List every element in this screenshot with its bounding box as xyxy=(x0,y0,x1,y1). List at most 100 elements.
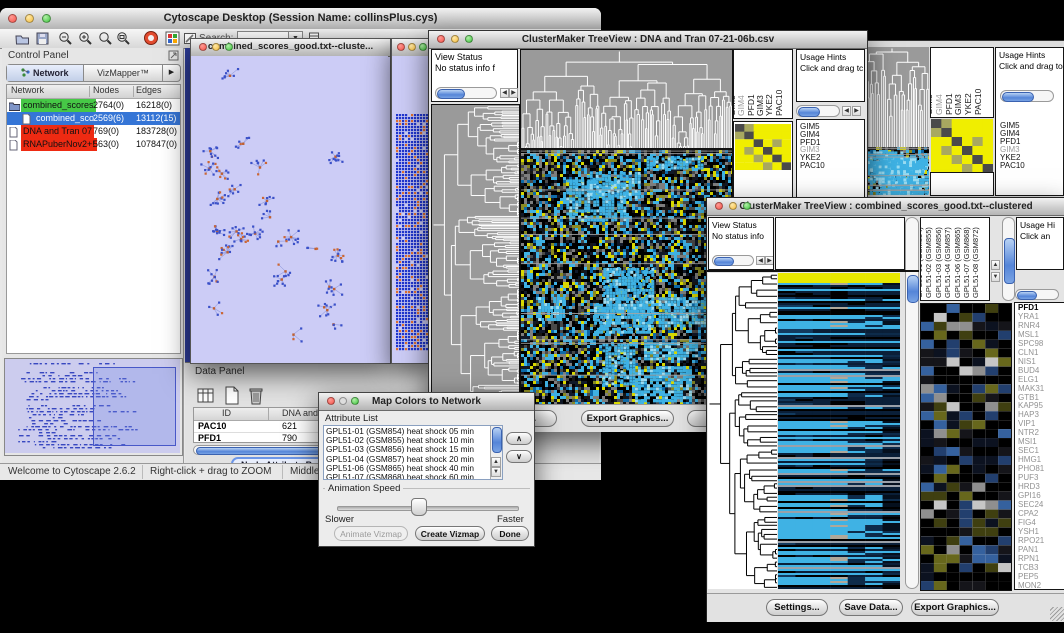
close-button[interactable] xyxy=(397,43,405,51)
gene-label[interactable]: PAC10 xyxy=(800,162,825,170)
settings-button[interactable]: Settings... xyxy=(766,599,828,616)
gene-label[interactable]: PAN1 xyxy=(1018,546,1044,555)
table-icon[interactable] xyxy=(197,387,215,405)
zoom-hscrollbar[interactable] xyxy=(1000,90,1054,102)
close-button[interactable] xyxy=(327,397,335,405)
zoom-out-icon[interactable] xyxy=(58,31,73,46)
speed-slider-thumb[interactable] xyxy=(411,498,427,516)
gene-label[interactable]: GTB1 xyxy=(1018,394,1044,403)
similarity-heatmap[interactable] xyxy=(735,124,791,170)
main-title-bar[interactable]: Cytoscape Desktop (Session Name: collins… xyxy=(0,8,601,30)
scroll-left-icon[interactable]: ◀ xyxy=(500,88,509,98)
gene-label[interactable]: CPA2 xyxy=(1018,510,1044,519)
network-view-title-bar[interactable]: combined_scores_good.txt--cluste... xyxy=(191,39,390,57)
gene-label[interactable]: MAK31 xyxy=(1018,385,1044,394)
resize-grip[interactable] xyxy=(1050,607,1064,621)
minimize-button[interactable] xyxy=(729,202,737,210)
tab-network[interactable]: Network xyxy=(7,65,84,81)
scroll-right-icon[interactable]: ▶ xyxy=(765,256,774,265)
row-dendrogram[interactable] xyxy=(708,273,777,589)
network-canvas-2[interactable] xyxy=(392,56,431,362)
gene-label[interactable]: YRA1 xyxy=(1018,313,1044,322)
network-list-item[interactable]: RNAPuberNov2+!563(0)107847(0) xyxy=(7,138,180,151)
close-button[interactable] xyxy=(8,14,17,23)
gene-label[interactable]: SEC1 xyxy=(1018,447,1044,456)
speed-slider-track[interactable] xyxy=(337,506,519,511)
vizmapper-icon[interactable] xyxy=(165,31,180,46)
gene-label[interactable]: PFD1 xyxy=(1018,304,1044,313)
minimize-button[interactable] xyxy=(25,14,34,23)
gene-label[interactable]: PUF3 xyxy=(1018,474,1044,483)
network-overview-panel[interactable] xyxy=(4,358,183,456)
float-panel-icon[interactable] xyxy=(168,50,179,61)
gene-label[interactable]: YKE2 xyxy=(800,154,825,162)
gene-label[interactable]: PFD1 xyxy=(1000,138,1025,146)
close-button[interactable] xyxy=(715,202,723,210)
create-vizmap-button[interactable]: Create Vizmap xyxy=(415,526,485,541)
open-file-icon[interactable] xyxy=(15,31,30,46)
labels-vscrollbar[interactable] xyxy=(1002,217,1015,301)
gene-label[interactable]: MSL1 xyxy=(1018,331,1044,340)
attribute-list-item[interactable]: GPL51-07 (GSM868) heat shock 60 min xyxy=(326,473,474,480)
zoom-button[interactable] xyxy=(419,43,427,51)
zoom-button[interactable] xyxy=(465,35,473,43)
gene-label[interactable]: HMG1 xyxy=(1018,456,1044,465)
dialog-title-bar[interactable]: Map Colors to Network xyxy=(319,393,534,411)
gene-label[interactable]: GIM5 xyxy=(1000,122,1025,130)
move-down-button[interactable]: ∨ xyxy=(506,450,532,463)
column-dendrogram[interactable] xyxy=(520,49,733,149)
column-dendrogram[interactable] xyxy=(861,47,929,147)
row-dendrogram[interactable] xyxy=(431,104,520,405)
gene-label[interactable]: MSI1 xyxy=(1018,438,1044,447)
gene-label[interactable]: TCB3 xyxy=(1018,564,1044,573)
gene-label[interactable]: GIM4 xyxy=(1000,130,1025,138)
scroll-right-icon[interactable]: ▶ xyxy=(852,106,861,116)
network-canvas[interactable] xyxy=(191,56,388,362)
animate-vizmap-button[interactable]: Animate Vizmap xyxy=(334,526,408,541)
trash-icon[interactable] xyxy=(247,386,265,405)
gene-label[interactable]: PAC10 xyxy=(1000,162,1025,170)
network-list-item[interactable]: DNA and Tran 07769(0)183728(0) xyxy=(7,125,180,138)
zoom-button[interactable] xyxy=(225,43,233,51)
scroll-left-icon[interactable]: ◀ xyxy=(842,106,851,116)
zoom-button[interactable] xyxy=(42,14,51,23)
global-heatmap[interactable] xyxy=(520,149,733,405)
close-button[interactable] xyxy=(199,43,207,51)
gene-label[interactable]: ELG1 xyxy=(1018,376,1044,385)
tab-vizmapper[interactable]: VizMapper™ xyxy=(84,65,163,81)
scroll-up-icon[interactable]: ▲ xyxy=(991,260,1000,270)
gene-label[interactable]: GIM4 xyxy=(800,131,825,139)
gene-label[interactable]: GPI16 xyxy=(1018,492,1044,501)
life-ring-icon[interactable] xyxy=(143,30,159,46)
network-view-2-title-bar[interactable] xyxy=(392,39,433,57)
list-vscrollbar[interactable]: ▲ ▼ xyxy=(490,426,502,479)
close-button[interactable] xyxy=(437,35,445,43)
new-document-icon[interactable] xyxy=(223,386,241,405)
tabs-overflow-button[interactable]: ▶ xyxy=(163,65,180,81)
global-heatmap[interactable] xyxy=(778,273,900,589)
network-list-item[interactable]: combined_sco2569(6)13112(15) xyxy=(7,112,180,125)
gene-hscrollbar[interactable] xyxy=(1015,289,1059,300)
minimize-button[interactable] xyxy=(212,43,220,51)
gene-label[interactable]: HRD3 xyxy=(1018,483,1044,492)
gene-label[interactable]: GIM5 xyxy=(800,123,825,131)
gene-label[interactable]: CLN1 xyxy=(1018,349,1044,358)
gene-label[interactable]: NTR2 xyxy=(1018,429,1044,438)
scroll-left-icon[interactable]: ◀ xyxy=(756,256,765,265)
gene-label[interactable]: GIM3 xyxy=(1000,146,1025,154)
gene-label[interactable]: KAP95 xyxy=(1018,402,1044,411)
gene-label[interactable]: BUD4 xyxy=(1018,367,1044,376)
zoom-in-icon[interactable] xyxy=(78,31,93,46)
zoom-selected-icon[interactable] xyxy=(98,31,113,46)
gene-label[interactable]: PEP5 xyxy=(1018,573,1044,582)
scroll-up-icon[interactable]: ▲ xyxy=(491,457,501,467)
minimize-button[interactable] xyxy=(451,35,459,43)
treeview-dna-title-bar[interactable]: ClusterMaker TreeView : DNA and Tran 07-… xyxy=(429,31,867,49)
gene-label[interactable]: YSH1 xyxy=(1018,528,1044,537)
gene-label[interactable]: RPN1 xyxy=(1018,555,1044,564)
status-scrollbar[interactable] xyxy=(712,255,754,266)
gene-label[interactable]: FIG4 xyxy=(1018,519,1044,528)
gene-label[interactable]: SEC24 xyxy=(1018,501,1044,510)
heatmap[interactable] xyxy=(861,147,929,195)
gene-label[interactable]: NIS1 xyxy=(1018,358,1044,367)
